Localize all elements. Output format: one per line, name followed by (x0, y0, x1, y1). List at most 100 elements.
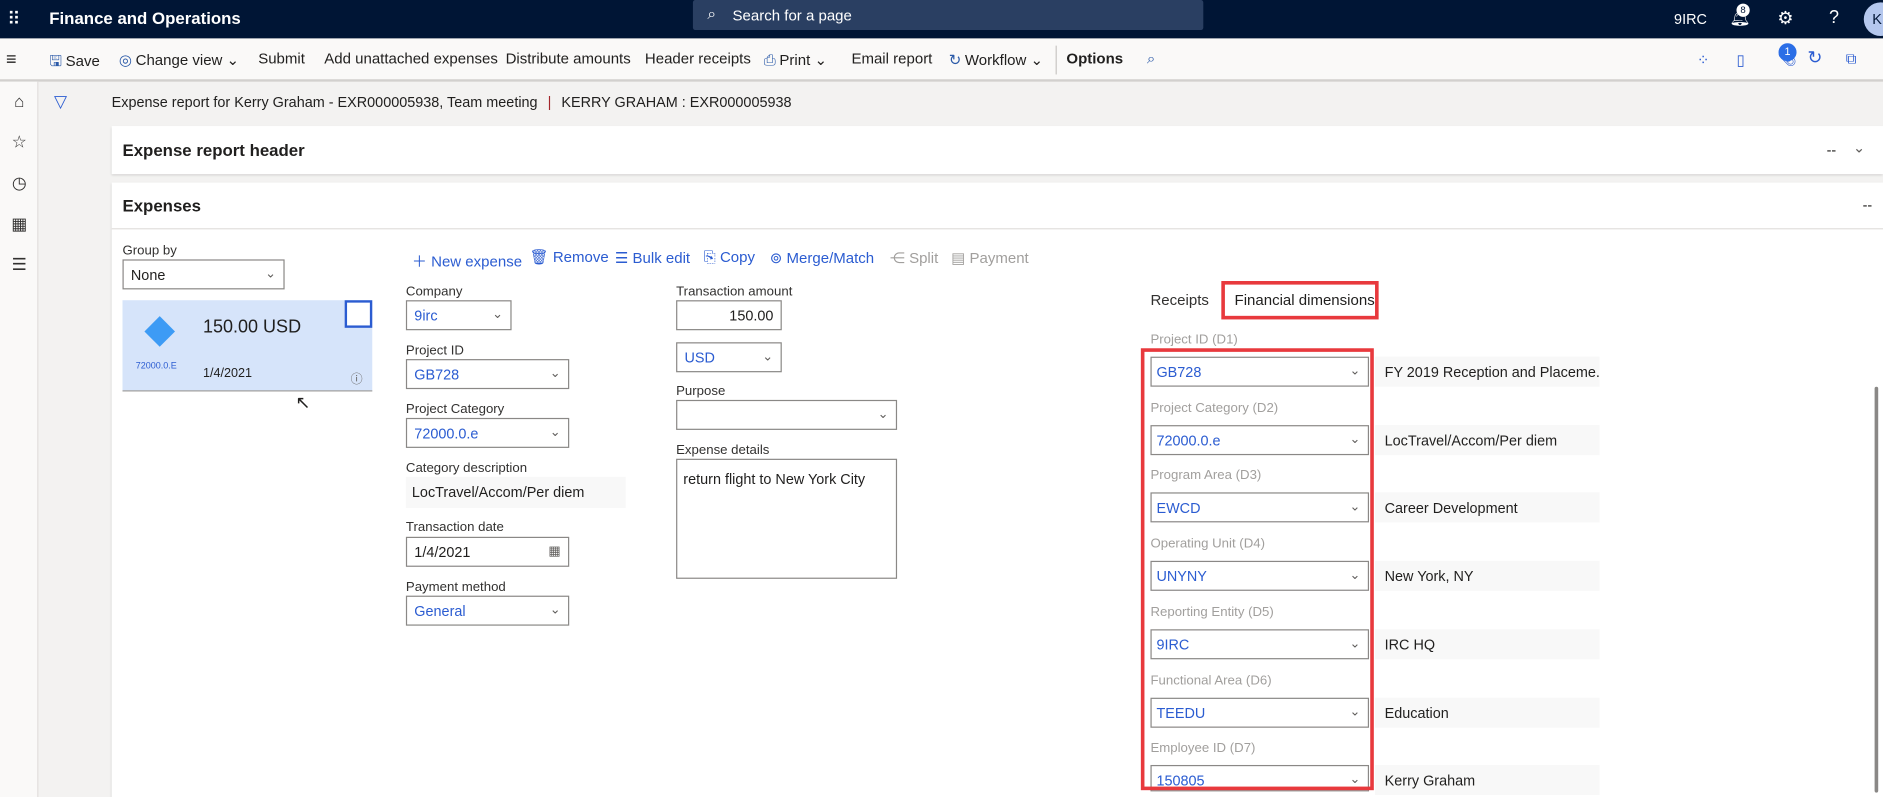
dimension-select[interactable]: GB728 ⌄ (1150, 356, 1370, 387)
scrollbar[interactable] (1874, 386, 1879, 793)
divider (111, 228, 1883, 230)
payment-method-select[interactable]: General ⌄ (405, 595, 570, 626)
new-expense-button[interactable]: ＋ New expense (412, 249, 522, 272)
notification-badge: 8 (1736, 3, 1750, 17)
hamburger-menu-icon[interactable]: ≡ (6, 49, 17, 69)
search-placeholder: Search for a page (732, 7, 852, 25)
email-report-button[interactable]: Email report (851, 50, 932, 67)
action-pane: ≡ 🖫 Save ◎ Change view ⌄ Submit Add unatta… (0, 38, 1883, 82)
workspaces-icon[interactable]: ▦ (5, 214, 34, 234)
currency-select[interactable]: USD ⌄ (676, 342, 782, 373)
filter-icon[interactable]: ▽ (54, 91, 67, 111)
expense-report-header-section[interactable]: Expense report header -- ⌄ (111, 126, 1883, 175)
workflow-button[interactable]: ↻ Workflow ⌄ (948, 50, 1043, 69)
merge-match-button[interactable]: ⊚ Merge/Match (770, 249, 874, 267)
clock-icon[interactable]: ◷ (5, 173, 34, 193)
help-icon[interactable]: ? (1829, 7, 1839, 27)
change-view-button[interactable]: ◎ Change view ⌄ (118, 50, 239, 69)
avatar[interactable]: K (1863, 2, 1883, 37)
info-icon[interactable]: ⓘ (351, 369, 363, 386)
chevron-down-icon: ⌄ (1349, 772, 1361, 787)
app-launcher-icon[interactable]: ⠿ (7, 8, 20, 30)
merge-icon: ⊚ (769, 249, 783, 267)
expense-card[interactable]: 150.00 USD 72000.0.E 1/4/2021 ⓘ (122, 300, 373, 392)
options-tab[interactable]: Options (1066, 50, 1123, 67)
expense-details-textarea[interactable]: return flight to New York City (676, 458, 898, 579)
save-button[interactable]: 🖫 Save (49, 50, 100, 75)
payment-button[interactable]: ▤ Payment (951, 249, 1029, 267)
dimension-description: Education (1375, 697, 1600, 728)
trash-icon: 🗑︎ (529, 248, 549, 266)
chevron-down-icon: ⌄ (265, 266, 277, 282)
dimension-description: FY 2019 Reception and Placeme... (1375, 356, 1600, 387)
dimension-label: Employee ID (D7) (1150, 741, 1256, 756)
payment-method-label: Payment method (405, 580, 506, 595)
add-unattached-expenses-button[interactable]: Add unattached expenses (324, 50, 498, 67)
card-amount: 150.00 USD (202, 317, 302, 338)
dimension-select[interactable]: UNYNY ⌄ (1150, 560, 1370, 591)
workflow-icon: ↻ (948, 51, 962, 69)
chevron-down-icon: ⌄ (1349, 500, 1361, 515)
expenses-section: Expenses -- (111, 182, 1883, 797)
save-icon: 🖫 (49, 52, 63, 70)
transaction-date-label: Transaction date (405, 519, 504, 535)
transaction-amount-input[interactable]: 150.00 (676, 300, 782, 331)
chevron-down-icon: ⌄ (492, 307, 504, 322)
split-button[interactable]: ⋲ Split (890, 249, 938, 267)
company-picker[interactable]: 9IRC (1674, 11, 1707, 28)
transaction-date-input[interactable]: 1/4/2021 ▦ (405, 536, 570, 567)
eye-icon: ◎ (118, 51, 133, 69)
dimension-select[interactable]: EWCD ⌄ (1150, 492, 1370, 523)
company-select[interactable]: 9irc ⌄ (405, 300, 512, 331)
purpose-select[interactable]: ⌄ (676, 399, 898, 430)
dimension-label: Project Category (D2) (1150, 400, 1279, 416)
search-box[interactable]: ⌕ Search for a page (692, 0, 1204, 31)
divider (1055, 45, 1057, 75)
power-apps-icon[interactable]: ⁘ (1697, 50, 1710, 69)
office-icon[interactable]: ▯ (1737, 50, 1745, 69)
submit-button[interactable]: Submit (258, 50, 305, 67)
header-receipts-button[interactable]: Header receipts (645, 50, 751, 67)
search-icon[interactable]: ⌕ (1147, 50, 1155, 68)
refresh-icon[interactable]: ↻ (1807, 47, 1822, 68)
star-icon[interactable]: ☆ (5, 132, 34, 152)
chevron-down-icon: ⌄ (1349, 636, 1361, 651)
select-checkbox[interactable] (344, 300, 373, 328)
dimension-select[interactable]: 72000.0.e ⌄ (1150, 424, 1370, 455)
dimension-description: New York, NY (1375, 560, 1600, 591)
project-id-label: Project ID (405, 343, 464, 358)
chevron-down-icon[interactable]: ⌄ (1853, 139, 1865, 156)
chevron-down-icon: ⌄ (1349, 704, 1361, 719)
home-icon[interactable]: ⌂ (5, 91, 34, 110)
dimension-label: Operating Unit (D4) (1150, 536, 1265, 552)
tab-receipts[interactable]: Receipts (1150, 292, 1208, 309)
copy-button[interactable]: ⎘ Copy (704, 249, 755, 267)
search-icon: ⌕ (707, 4, 717, 23)
calendar-icon[interactable]: ▦ (548, 543, 560, 558)
dimension-select[interactable]: 150805 ⌄ (1150, 765, 1370, 792)
dimension-select[interactable]: TEEDU ⌄ (1150, 697, 1370, 728)
split-icon: ⋲ (889, 249, 905, 267)
app-title: Finance and Operations (49, 8, 241, 28)
company-label: Company (405, 284, 463, 300)
chevron-down-icon: ⌄ (549, 425, 561, 440)
remove-button[interactable]: 🗑︎ Remove (530, 249, 609, 267)
transaction-amount-label: Transaction amount (676, 284, 793, 300)
page-title: Expense report for Kerry Graham - EXR000… (111, 93, 538, 111)
project-category-select[interactable]: 72000.0.e ⌄ (405, 417, 570, 448)
project-id-select[interactable]: GB728 ⌄ (405, 359, 570, 390)
open-new-window-icon[interactable]: ⧉ (1846, 50, 1857, 68)
dimension-select[interactable]: 9IRC ⌄ (1150, 629, 1370, 660)
category-description-value: LocTravel/Accom/Per diem (405, 476, 626, 508)
modules-list-icon[interactable]: ☰ (5, 255, 34, 275)
chevron-down-icon: ⌄ (762, 349, 774, 364)
distribute-amounts-button[interactable]: Distribute amounts (506, 50, 631, 67)
gear-icon[interactable]: ⚙ (1777, 7, 1793, 29)
record-caption: KERRY GRAHAM : EXR000005938 (561, 93, 792, 111)
bulk-edit-button[interactable]: ☰ Bulk edit (615, 249, 690, 267)
tab-financial-dimensions[interactable]: Financial dimensions (1221, 281, 1379, 320)
print-button[interactable]: ⎙ Print ⌄ (764, 50, 827, 69)
group-by-select[interactable]: None ⌄ (122, 259, 285, 290)
dimension-label: Program Area (D3) (1150, 468, 1262, 484)
chevron-down-icon: ⌄ (549, 366, 561, 381)
